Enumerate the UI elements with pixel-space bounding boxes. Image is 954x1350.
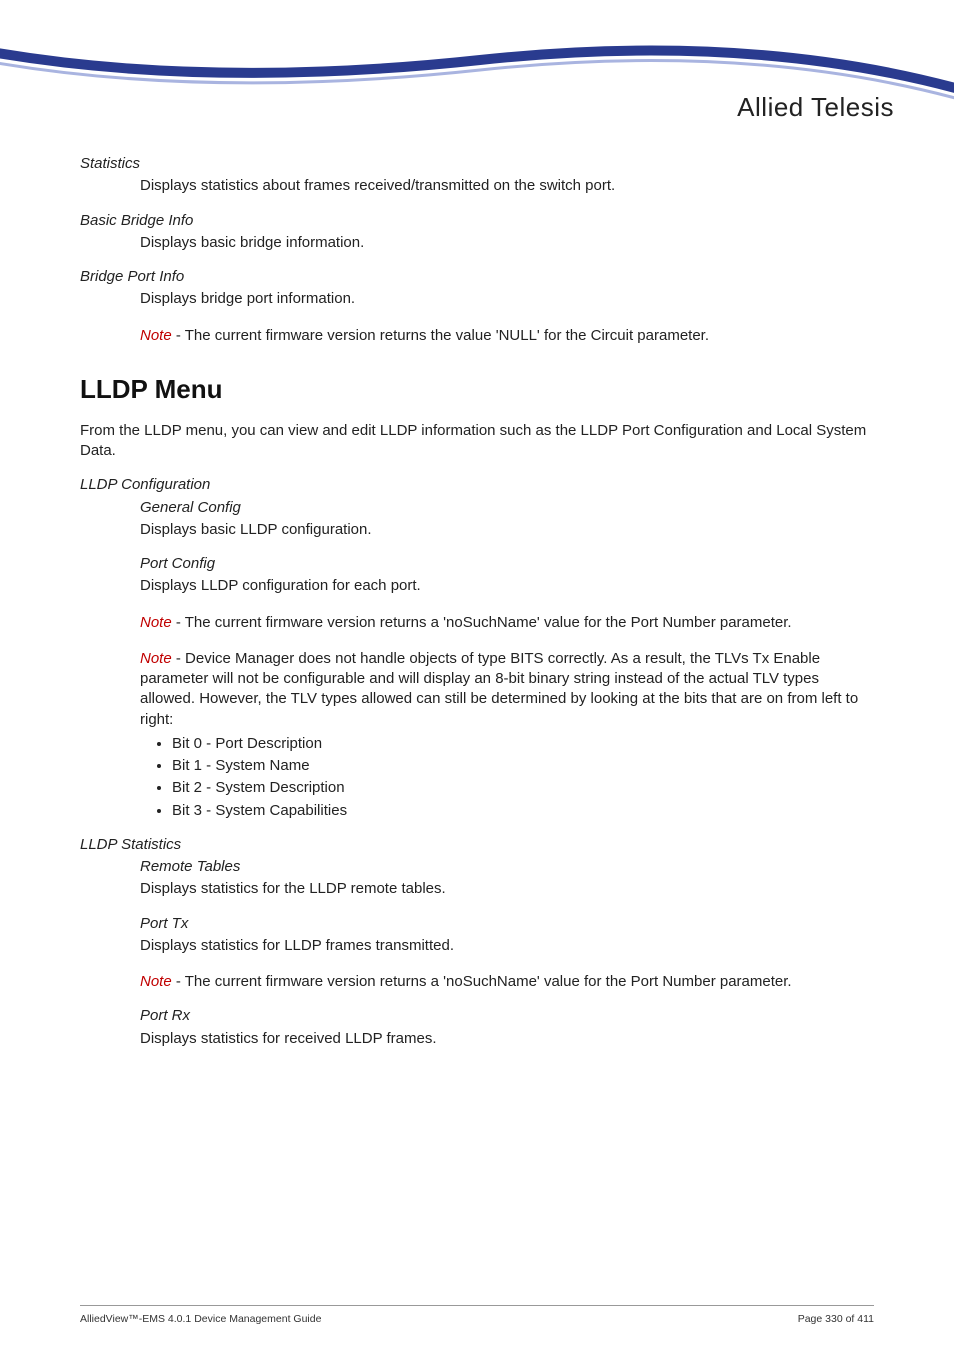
note-port-tx: Note - The current firmware version retu… (140, 972, 874, 992)
footer-right: Page 330 of 411 (798, 1312, 874, 1326)
note-body: - The current firmware version returns a… (172, 614, 792, 631)
heading-lldp-menu: LLDP Menu (80, 372, 874, 407)
note-label: Note (140, 327, 172, 344)
note-label: Note (140, 650, 172, 667)
desc-port-config: Displays LLDP configuration for each por… (140, 576, 874, 596)
list-item: Bit 2 - System Description (172, 778, 874, 798)
bits-list: Bit 0 - Port Description Bit 1 - System … (172, 734, 874, 821)
subterm-remote-tables: Remote Tables (140, 857, 874, 877)
footer-left: AlliedView™-EMS 4.0.1 Device Management … (80, 1312, 321, 1326)
list-item: Bit 0 - Port Description (172, 734, 874, 754)
desc-port-tx: Displays statistics for LLDP frames tran… (140, 936, 874, 956)
note-body: - Device Manager does not handle objects… (140, 650, 858, 728)
subterm-port-rx: Port Rx (140, 1006, 874, 1026)
term-lldp-stats: LLDP Statistics (80, 835, 874, 855)
desc-basic-bridge: Displays basic bridge information. (140, 233, 874, 253)
page-footer: AlliedView™-EMS 4.0.1 Device Management … (80, 1305, 874, 1326)
desc-general-config: Displays basic LLDP configuration. (140, 520, 874, 540)
subterm-general-config: General Config (140, 498, 874, 518)
note-label: Note (140, 973, 172, 990)
note-body: - The current firmware version returns t… (172, 327, 709, 344)
page-header-swoosh: Allied Telesis (0, 0, 954, 130)
desc-remote-tables: Displays statistics for the LLDP remote … (140, 879, 874, 899)
list-item: Bit 1 - System Name (172, 756, 874, 776)
page-content: Statistics Displays statistics about fra… (0, 130, 954, 1049)
term-lldp-config: LLDP Configuration (80, 475, 874, 495)
brand-logo: Allied Telesis (737, 90, 894, 125)
subterm-port-config: Port Config (140, 554, 874, 574)
note-label: Note (140, 614, 172, 631)
term-bridge-port: Bridge Port Info (80, 267, 874, 287)
note-port-config-2: Note - Device Manager does not handle ob… (140, 649, 874, 730)
note-port-config-1: Note - The current firmware version retu… (140, 613, 874, 633)
desc-port-rx: Displays statistics for received LLDP fr… (140, 1029, 874, 1049)
list-item: Bit 3 - System Capabilities (172, 801, 874, 821)
intro-lldp-menu: From the LLDP menu, you can view and edi… (80, 421, 874, 462)
logo-triangle-icon (737, 90, 954, 230)
note-bridge-port: Note - The current firmware version retu… (140, 326, 874, 346)
desc-bridge-port: Displays bridge port information. (140, 289, 874, 309)
note-body: - The current firmware version returns a… (172, 973, 792, 990)
subterm-port-tx: Port Tx (140, 914, 874, 934)
